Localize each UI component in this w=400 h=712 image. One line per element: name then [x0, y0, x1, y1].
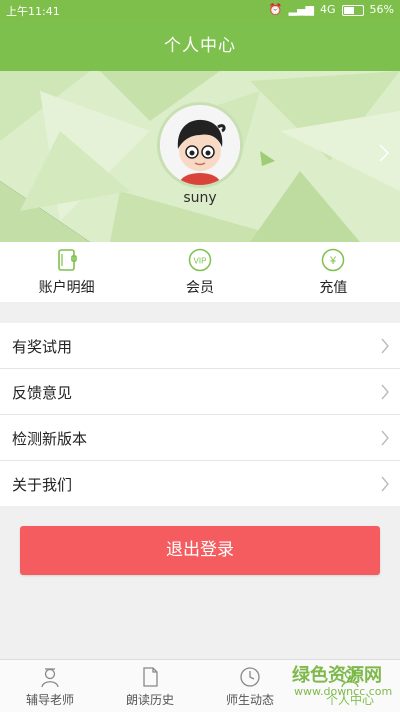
- menu-item-label: 反馈意见: [12, 384, 73, 402]
- menu-item-check-update[interactable]: 检测新版本: [0, 415, 400, 461]
- status-bar: 上午11:41 ⏰ ▂▄▆ 4G 56%: [0, 0, 400, 21]
- chevron-right-icon: [381, 430, 389, 446]
- menu-item-label: 有奖试用: [12, 338, 73, 356]
- settings-menu: 有奖试用 反馈意见 检测新版本 关于我们: [0, 323, 400, 506]
- vip-icon: VIP: [188, 248, 212, 272]
- yen-coin-icon: ¥: [322, 248, 345, 272]
- action-label: 账户明细: [38, 280, 95, 296]
- action-label: 会员: [185, 280, 214, 296]
- page-title: 个人中心: [164, 36, 236, 56]
- tab-label: 师生动态: [225, 693, 274, 707]
- tab-label: 辅导老师: [25, 693, 74, 707]
- menu-item-trial-reward[interactable]: 有奖试用: [0, 323, 400, 369]
- teacher-icon: [41, 668, 59, 688]
- menu-item-label: 检测新版本: [12, 430, 88, 448]
- tab-reading-history[interactable]: 朗读历史: [100, 660, 200, 712]
- chevron-right-icon: [381, 338, 389, 354]
- app-header: 个人中心: [0, 21, 400, 71]
- avatar-illustration: [160, 105, 240, 185]
- profile-banner[interactable]: suny: [0, 71, 400, 242]
- chevron-right-icon: [381, 476, 389, 492]
- quick-actions: 账户明细 VIP 会员 ¥ 充值: [0, 242, 400, 302]
- signal-icon: ▂▄▆: [288, 3, 315, 16]
- action-label: 充值: [319, 280, 348, 296]
- clock-icon: [240, 667, 260, 687]
- network-type: 4G: [320, 3, 336, 16]
- battery-icon: [341, 4, 364, 16]
- bottom-tab-bar: 辅导老师 朗读历史 师生动态 个人中心: [0, 659, 400, 712]
- battery-level: 56%: [369, 3, 394, 16]
- document-icon: [143, 667, 158, 687]
- action-membership[interactable]: VIP 会员: [133, 242, 266, 302]
- menu-item-feedback[interactable]: 反馈意见: [0, 369, 400, 415]
- yen-badge-text: ¥: [329, 255, 337, 267]
- avatar[interactable]: [160, 105, 240, 185]
- menu-item-label: 关于我们: [12, 476, 73, 494]
- status-time: 上午11:41: [6, 5, 60, 18]
- logout-button[interactable]: 退出登录: [20, 526, 380, 575]
- menu-item-about[interactable]: 关于我们: [0, 461, 400, 506]
- tab-label: 朗读历史: [125, 693, 174, 707]
- alarm-icon: ⏰: [268, 3, 283, 16]
- action-recharge[interactable]: ¥ 充值: [267, 242, 400, 302]
- status-icons: ⏰ ▂▄▆ 4G 56%: [269, 3, 394, 17]
- chevron-right-icon: [381, 384, 389, 400]
- profile-icon: [341, 668, 359, 688]
- wallet-icon: [57, 249, 77, 271]
- tab-personal-center[interactable]: 个人中心: [300, 660, 400, 712]
- tab-label: 个人中心: [325, 693, 374, 707]
- tab-class-updates[interactable]: 师生动态: [200, 660, 300, 712]
- action-account-details[interactable]: 账户明细: [0, 242, 133, 302]
- chevron-right-icon[interactable]: [378, 143, 390, 163]
- username: suny: [183, 190, 217, 206]
- tab-tutor[interactable]: 辅导老师: [0, 660, 100, 712]
- vip-badge-text: VIP: [194, 257, 207, 266]
